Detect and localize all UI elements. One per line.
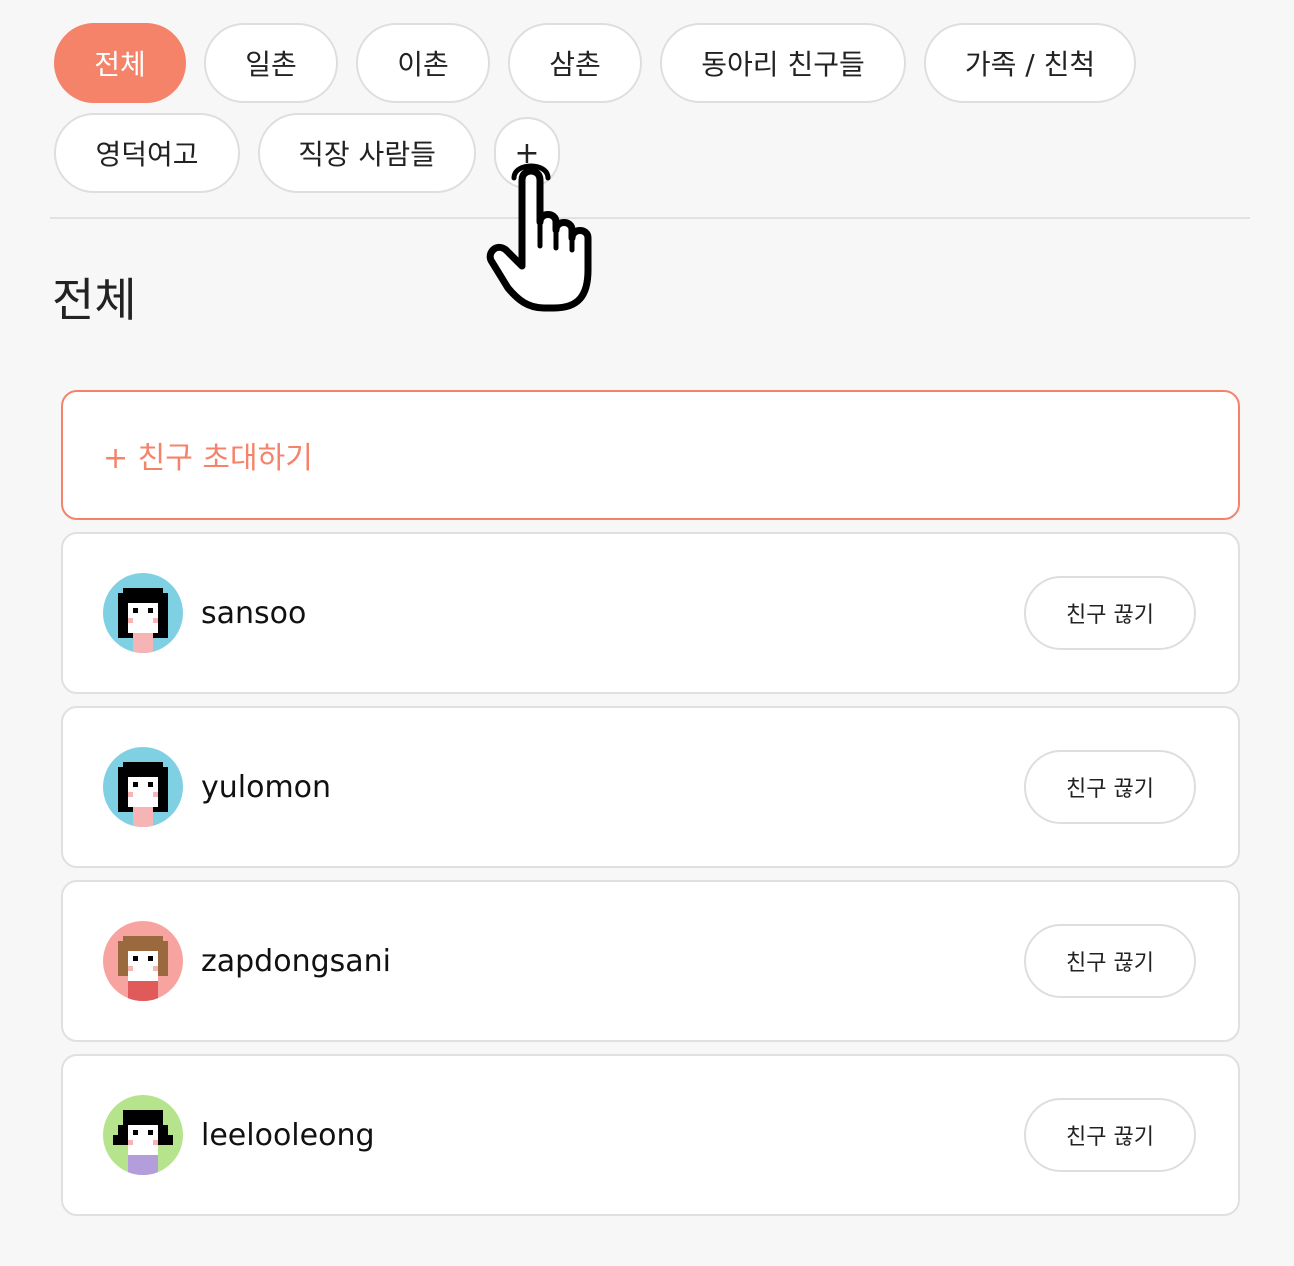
friend-name: zapdongsani — [201, 943, 391, 979]
invite-friend-button[interactable]: + 친구 초대하기 — [61, 390, 1240, 520]
filter-chip-coworkers[interactable]: 직장 사람들 — [258, 113, 476, 193]
pixel-avatar-icon — [103, 921, 183, 1001]
avatar — [103, 747, 183, 827]
friend-name: leelooleong — [201, 1117, 375, 1153]
filter-chip-all[interactable]: 전체 — [54, 23, 186, 103]
friend-name: yulomon — [201, 769, 332, 805]
friends-page: 전체 일촌 이촌 삼촌 동아리 친구들 가족 / 친척 영덕여고 직장 사람들 … — [0, 0, 1294, 1266]
unfriend-button[interactable]: 친구 끊기 — [1024, 924, 1196, 998]
filter-chip-ilchon[interactable]: 일촌 — [204, 23, 338, 103]
unfriend-button[interactable]: 친구 끊기 — [1024, 750, 1196, 824]
friend-row: sansoo 친구 끊기 — [61, 532, 1240, 694]
filter-chip-family[interactable]: 가족 / 친척 — [924, 23, 1136, 103]
unfriend-button[interactable]: 친구 끊기 — [1024, 1098, 1196, 1172]
friend-list: + 친구 초대하기 sansoo 친구 끊기 yulomon 친구 끊기 zap… — [61, 390, 1240, 1216]
friend-row: yulomon 친구 끊기 — [61, 706, 1240, 868]
avatar — [103, 1095, 183, 1175]
friend-row: leelooleong 친구 끊기 — [61, 1054, 1240, 1216]
avatar — [103, 921, 183, 1001]
unfriend-button[interactable]: 친구 끊기 — [1024, 576, 1196, 650]
filter-chip-ichon[interactable]: 이촌 — [356, 23, 490, 103]
friend-row: zapdongsani 친구 끊기 — [61, 880, 1240, 1042]
add-group-button[interactable]: + — [494, 117, 560, 189]
group-filter-bar: 전체 일촌 이촌 삼촌 동아리 친구들 가족 / 친척 영덕여고 직장 사람들 … — [54, 23, 1174, 193]
friend-name: sansoo — [201, 595, 307, 631]
filter-chip-samchon[interactable]: 삼촌 — [508, 23, 642, 103]
divider — [50, 217, 1250, 219]
pixel-avatar-icon — [103, 747, 183, 827]
filter-chip-club-friends[interactable]: 동아리 친구들 — [660, 23, 906, 103]
page-title: 전체 — [52, 273, 137, 327]
pixel-avatar-icon — [103, 573, 183, 653]
filter-chip-school[interactable]: 영덕여고 — [54, 113, 240, 193]
avatar — [103, 573, 183, 653]
pixel-avatar-icon — [103, 1095, 183, 1175]
